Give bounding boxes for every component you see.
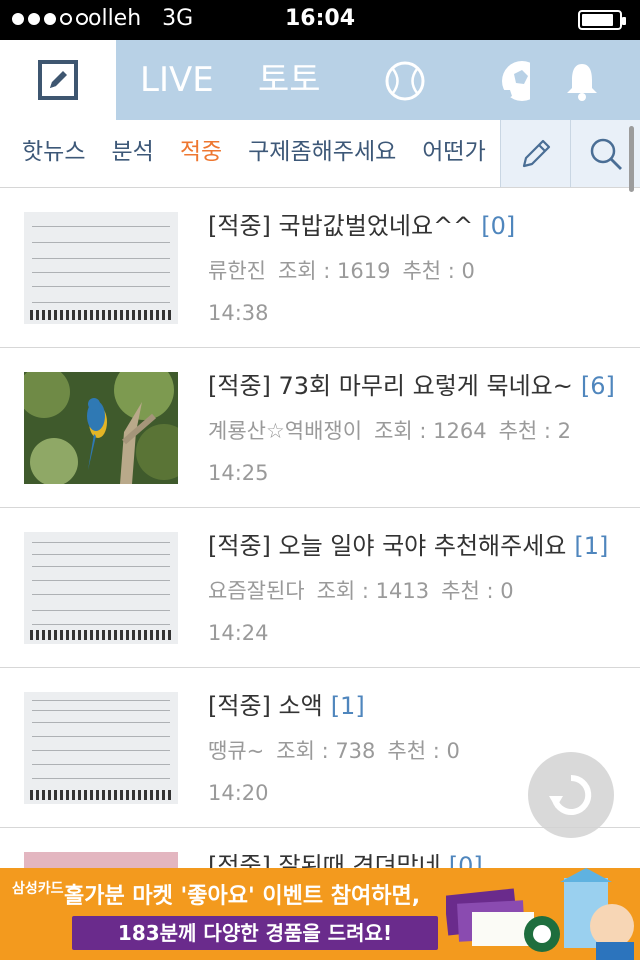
category-tab[interactable]: 어떤가: [422, 120, 485, 187]
post-thumbnail: [24, 372, 178, 484]
bell-icon[interactable]: [564, 60, 600, 106]
battery-icon: [578, 10, 626, 30]
view-count: 조회 : 1619: [277, 259, 391, 283]
post-title-line[interactable]: [적중] 소액 [1]: [208, 688, 618, 724]
tab-toto[interactable]: 토토: [258, 40, 321, 120]
comment-count: [6]: [580, 372, 615, 400]
post-title: [적중] 73회 마무리 요렇게 묵네요~: [208, 372, 573, 400]
app-screen: olleh 3G 16:04 LIVE 토토 핫뉴스 분석 적중 구제좀해주세요…: [0, 0, 640, 960]
ad-banner[interactable]: 삼성카드 홀가분 마켓 '좋아요' 이벤트 참여하면, 183분께 다양한 경품…: [0, 868, 640, 960]
post-meta: 요즘잘된다 조회 : 1413 추천 : 0: [208, 576, 526, 606]
post-time: 14:24: [208, 621, 269, 645]
battery-level: [582, 14, 613, 26]
post-title-line[interactable]: [적중] 오늘 일야 국야 추천해주세요 [1]: [208, 528, 618, 564]
compose-button[interactable]: [0, 40, 116, 120]
soccer-ball-icon[interactable]: [500, 60, 542, 106]
post-item[interactable]: [적중] 오늘 일야 국야 추천해주세요 [1] 요즘잘된다 조회 : 1413 추천 …: [0, 508, 640, 668]
top-nav: LIVE 토토: [0, 40, 640, 120]
post-item[interactable]: [적중] 73회 마무리 요렇게 묵네요~ [6] 계룡산☆역배쟁이 조회 : 126…: [0, 348, 640, 508]
banner-headline: 홀가분 마켓 '좋아요' 이벤트 참여하면,: [64, 884, 421, 909]
pencil-icon: [522, 139, 550, 167]
post-list: [적중] 국밥값벌었네요^^ [0] 류한진 조회 : 1619 추천 : 0 14:38…: [0, 188, 640, 960]
post-time: 14:38: [208, 301, 269, 325]
category-tab[interactable]: 구제좀해주세요: [248, 120, 396, 187]
category-bar: 핫뉴스 분석 적중 구제좀해주세요 어떤가: [0, 120, 640, 188]
post-author: 땡큐~: [208, 739, 265, 763]
status-bar: olleh 3G 16:04: [0, 0, 640, 40]
post-title-line[interactable]: [적중] 73회 마무리 요렇게 묵네요~ [6]: [208, 368, 618, 404]
refresh-icon: [549, 774, 592, 815]
status-time: 16:04: [284, 6, 356, 31]
post-author: 계룡산☆역배쟁이: [208, 419, 363, 443]
banner-brand: 삼성카드: [12, 881, 64, 897]
compose-icon: [38, 60, 78, 100]
banner-subline: 183분께 다양한 경품을 드려요!: [72, 916, 438, 950]
search-icon: [590, 138, 622, 170]
category-tab[interactable]: 분석: [111, 120, 153, 187]
recommend-count: 추천 : 0: [387, 739, 460, 763]
category-tab[interactable]: 적중: [180, 120, 222, 187]
baseball-icon[interactable]: [384, 60, 426, 106]
view-count: 조회 : 738: [276, 739, 376, 763]
recommend-count: 추천 : 2: [498, 419, 572, 443]
recommend-count: 추천 : 0: [402, 259, 475, 283]
post-author: 요즘잘된다: [208, 579, 305, 603]
view-count: 조회 : 1264: [374, 419, 487, 443]
post-title: [적중] 소액: [208, 692, 323, 720]
post-title: [적중] 국밥값벌었네요^^: [208, 212, 474, 240]
post-time: 14:20: [208, 781, 269, 805]
write-post-button[interactable]: [500, 120, 570, 187]
tab-live[interactable]: LIVE: [140, 40, 214, 120]
comment-count: [1]: [574, 532, 609, 560]
post-title-line[interactable]: [적중] 국밥값벌었네요^^ [0]: [208, 208, 618, 244]
post-time: 14:25: [208, 461, 269, 485]
comment-count: [0]: [481, 212, 516, 240]
post-thumbnail: [24, 212, 178, 324]
comment-count: [1]: [330, 692, 365, 720]
category-tab[interactable]: 핫뉴스: [22, 120, 85, 187]
post-thumbnail: [24, 692, 178, 804]
post-author: 류한진: [208, 259, 266, 283]
view-count: 조회 : 1413: [316, 579, 430, 603]
post-item[interactable]: [적중] 국밥값벌었네요^^ [0] 류한진 조회 : 1619 추천 : 0 14:38: [0, 188, 640, 348]
banner-illustration: [446, 868, 634, 960]
scroll-indicator[interactable]: [629, 126, 634, 192]
recommend-count: 추천 : 0: [441, 579, 514, 603]
category-tabs: 핫뉴스 분석 적중 구제좀해주세요 어떤가: [0, 120, 500, 187]
post-meta: 류한진 조회 : 1619 추천 : 0: [208, 256, 487, 286]
post-meta: 땡큐~ 조회 : 738 추천 : 0: [208, 736, 472, 766]
post-meta: 계룡산☆역배쟁이 조회 : 1264 추천 : 2: [208, 416, 583, 446]
post-title: [적중] 오늘 일야 국야 추천해주세요: [208, 532, 567, 560]
refresh-button[interactable]: [528, 752, 614, 838]
post-thumbnail: [24, 532, 178, 644]
